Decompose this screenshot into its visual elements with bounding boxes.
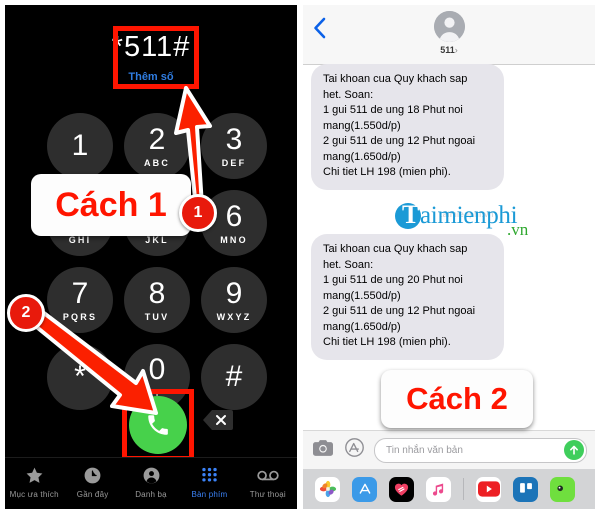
tab-voicemail[interactable]: Thư thoại [239,464,297,499]
keypad-icon [200,464,219,486]
tab-favorites[interactable]: Mục ưa thích [5,464,63,499]
avatar[interactable] [434,11,465,42]
key-letters: PQRS [62,311,98,322]
messages-panel: 511› Tai khoan cua Quy khach sap het. So… [303,5,595,509]
tab-keypad[interactable]: Bàn phím [180,464,238,499]
back-button[interactable] [313,17,326,44]
message-line: 1 gui 511 de ung 18 Phut noi [323,104,463,116]
digital-touch-app-icon[interactable] [389,476,414,502]
person-placeholder-icon [434,11,465,42]
dialpad-key-3[interactable]: 3 DEF [201,113,267,179]
tab-contacts[interactable]: Danh bạ [122,464,180,499]
message-line: 2 gui 511 de ung 12 Phut ngoai [323,305,476,317]
key-letters: TUV [144,311,170,322]
key-digit: 6 [225,199,243,233]
message-line: mang(1.650d/p) [323,150,401,163]
message-line: mang(1.650d/p) [323,320,401,333]
contact-chevron: › [454,45,458,55]
step-marker-label: 1 [193,204,203,221]
dialpad-key-1[interactable]: 1 [47,113,113,179]
key-letters: GHI [68,234,92,245]
key-digit: 3 [225,122,243,156]
step-marker-1: 1 [179,194,217,232]
callout-cach-1: Cách 1 [31,174,191,236]
key-letters: JKL [145,234,169,245]
key-letters: DEF [221,157,247,168]
message-line: 1 gui 511 de ung 20 Phut noi [323,274,463,286]
dialpad-key-8[interactable]: 8 TUV [124,267,190,333]
tab-label: Thư thoại [249,490,286,499]
tab-label: Mục ưa thích [9,490,59,499]
key-digit: 9 [225,276,243,310]
dialpad-key-2[interactable]: 2 ABC [124,113,190,179]
tab-label: Gần đây [76,490,109,499]
camera-icon[interactable] [313,439,333,461]
key-digit: # [225,360,243,393]
highlight-box-call [122,389,194,461]
key-digit: * [74,360,86,393]
key-letters: MNO [220,234,248,245]
send-button[interactable] [564,440,584,460]
tab-label: Bàn phím [191,490,228,499]
key-digit: 8 [148,276,166,310]
backspace-icon [203,410,233,430]
chevron-left-icon [314,17,326,39]
message-line: mang(1.550d/p) [323,119,401,132]
message-line: Tai khoan cua Quy khach sap [323,73,468,85]
iphone-dialer-panel: *511# Thêm số 1 2 ABC 3 DEF 4 GHI 5 JKL [5,5,297,509]
app-drawer-divider [463,478,464,500]
message-line: Chi tiet LH 198 (mien phi). [323,336,451,348]
message-line: 2 gui 511 de ung 12 Phut ngoai [323,135,476,147]
imessage-app-drawer [303,469,595,509]
message-line: het. Soan: [323,258,374,271]
contact-name-text: 511 [440,45,455,55]
person-circle-icon [142,464,161,486]
dialpad: 1 2 ABC 3 DEF 4 GHI 5 JKL 6 MNO [5,113,297,413]
message-line: mang(1.550d/p) [323,289,401,302]
key-digit: 7 [71,276,89,310]
delete-backspace-button[interactable] [203,409,233,431]
callout-label: Cách 2 [406,381,508,416]
key-digit: 1 [71,129,89,162]
message-text-input[interactable]: Tin nhắn văn bản [374,437,587,463]
step-marker-2: 2 [7,294,45,332]
photos-app-icon[interactable] [315,476,340,502]
highlight-box-number [113,26,199,89]
send-arrow-up-icon [570,445,578,455]
screenshot-root: *511# Thêm số 1 2 ABC 3 DEF 4 GHI 5 JKL [0,0,600,514]
message-line: Chi tiet LH 198 (mien phi). [323,166,451,178]
voicemail-icon [257,464,279,486]
trello-app-icon[interactable] [513,476,538,502]
message-bubble[interactable]: Tai khoan cua Quy khach sap het. Soan: 1… [311,234,504,360]
callout-label: Cách 1 [55,185,167,224]
tab-label: Danh bạ [135,490,167,499]
app-store-icon[interactable] [345,438,364,462]
key-digit: 0 [148,353,166,386]
message-line: het. Soan: [323,88,374,101]
green-app-icon[interactable] [550,476,575,502]
dialpad-key-hash[interactable]: # [201,344,267,410]
dialpad-key-7[interactable]: 7 PQRS [47,267,113,333]
youtube-app-icon[interactable] [476,476,501,502]
star-icon [25,464,44,486]
message-bubble[interactable]: Tai khoan cua Quy khach sap het. Soan: 1… [311,64,504,190]
dialpad-key-9[interactable]: 9 WXYZ [201,267,267,333]
step-marker-label: 2 [21,304,31,321]
clock-icon [83,464,102,486]
key-letters: WXYZ [216,311,252,322]
dialpad-key-star[interactable]: * [47,344,113,410]
conversation-header: 511› [303,5,595,65]
message-line: Tai khoan cua Quy khach sap [323,243,468,255]
tab-recents[interactable]: Gần đây [63,464,121,499]
input-placeholder: Tin nhắn văn bản [386,444,463,456]
dialer-tabbar: Mục ưa thích Gần đây Danh bạ Bàn phím Th… [5,457,297,509]
message-input-bar: Tin nhắn văn bản [303,430,595,469]
key-digit: 2 [148,122,166,156]
app-store-app-icon[interactable] [352,476,377,502]
key-letters: ABC [143,157,171,168]
contact-name[interactable]: 511› [303,45,595,55]
callout-cach-2: Cách 2 [381,370,533,428]
music-app-icon[interactable] [426,476,451,502]
